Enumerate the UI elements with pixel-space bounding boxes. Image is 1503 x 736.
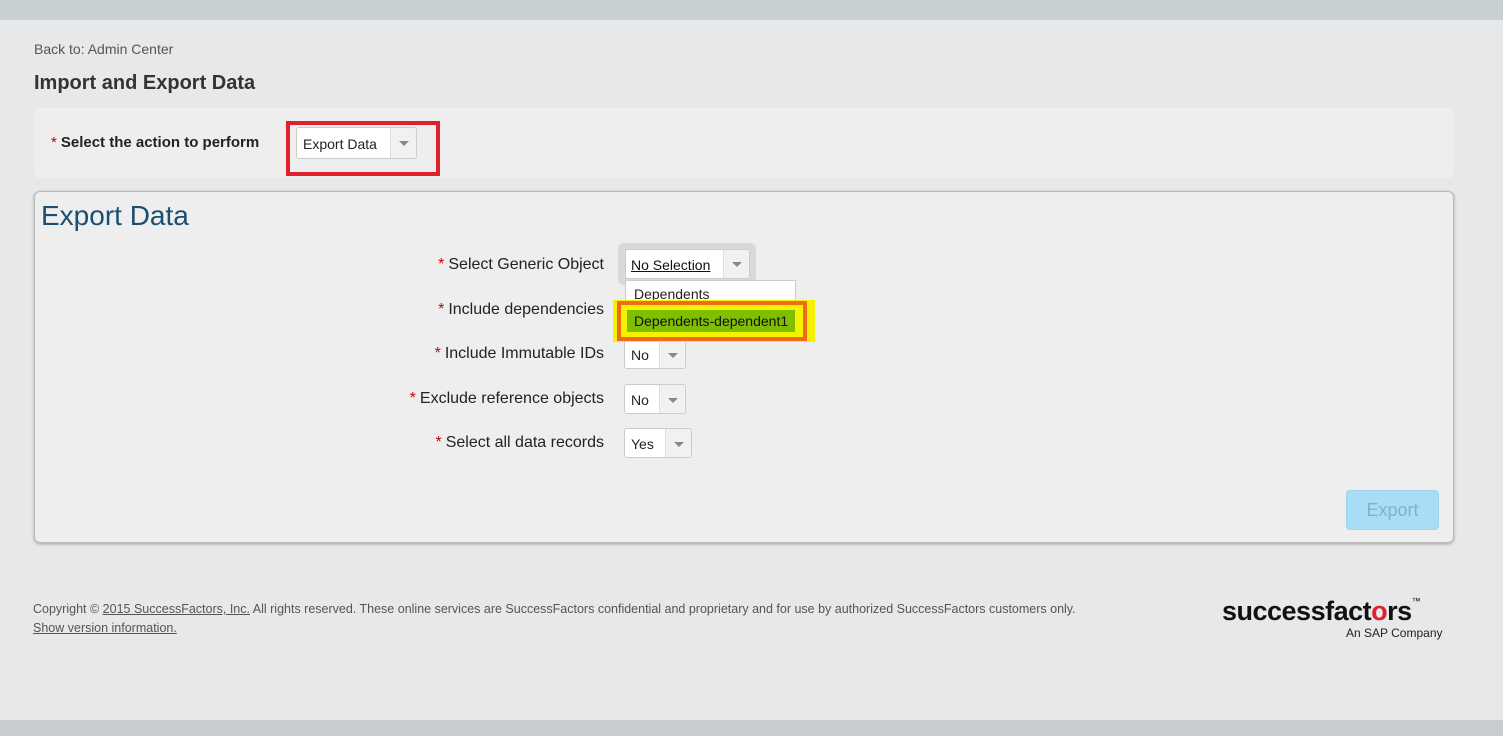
exclude-reference-objects-value: No bbox=[631, 392, 649, 408]
required-marker: * bbox=[438, 256, 445, 273]
required-marker: * bbox=[438, 301, 445, 318]
include-immutable-ids-label: * Include Immutable IDs bbox=[434, 345, 604, 362]
export-data-title: Export Data bbox=[41, 200, 189, 231]
action-panel: * Select the action to perform Export Dat… bbox=[34, 108, 1454, 178]
logo-tagline: An SAP Company bbox=[1346, 626, 1443, 640]
chevron-down-icon[interactable] bbox=[665, 429, 691, 457]
chevron-down-icon[interactable] bbox=[659, 385, 685, 413]
successfactors-link[interactable]: 2015 SuccessFactors, Inc. bbox=[103, 602, 250, 616]
select-all-data-records-value: Yes bbox=[631, 436, 654, 452]
generic-object-value: No Selection bbox=[631, 257, 711, 273]
copyright-text: Copyright © 2015 SuccessFactors, Inc. Al… bbox=[33, 602, 1076, 616]
action-label: * Select the action to perform bbox=[51, 134, 259, 151]
page-title: Import and Export Data bbox=[34, 72, 256, 94]
include-dependencies-label: * Include dependencies bbox=[438, 301, 604, 318]
exclude-reference-objects-select[interactable]: No bbox=[624, 384, 686, 414]
required-marker: * bbox=[409, 390, 416, 407]
export-data-panel: Export Data * Select Generic Object * Incl… bbox=[34, 191, 1454, 543]
export-button[interactable]: Export bbox=[1346, 490, 1439, 530]
action-select[interactable]: Export Data bbox=[296, 127, 417, 159]
select-all-data-records-label: * Select all data records bbox=[435, 434, 604, 451]
required-marker: * bbox=[435, 434, 442, 451]
show-version-link[interactable]: Show version information. bbox=[33, 621, 177, 635]
action-select-value: Export Data bbox=[303, 136, 377, 152]
exclude-reference-objects-label: * Exclude reference objects bbox=[409, 390, 604, 407]
successfactors-logo: successfactors™ An SAP Company bbox=[1222, 596, 1462, 642]
action-label-text: Select the action to perform bbox=[60, 134, 260, 151]
dropdown-option-dependents-dependent1[interactable]: Dependents-dependent1 bbox=[627, 310, 795, 332]
required-marker: * bbox=[434, 345, 441, 362]
back-to-admin-center-link[interactable]: Back to: Admin Center bbox=[34, 41, 173, 57]
generic-object-label: * Select Generic Object bbox=[438, 256, 604, 273]
logo-wordmark: successfactors™ bbox=[1222, 596, 1421, 626]
chevron-down-icon[interactable] bbox=[390, 128, 416, 158]
chevron-down-icon[interactable] bbox=[659, 340, 685, 368]
top-bar bbox=[0, 0, 1503, 20]
heart-icon: o bbox=[1371, 596, 1388, 626]
select-all-data-records-select[interactable]: Yes bbox=[624, 428, 692, 458]
include-immutable-ids-value: No bbox=[631, 347, 649, 363]
include-immutable-ids-select[interactable]: No bbox=[624, 339, 686, 369]
chevron-down-icon[interactable] bbox=[723, 250, 749, 278]
generic-object-select[interactable]: No Selection bbox=[625, 249, 750, 279]
required-marker: * bbox=[51, 134, 57, 151]
bottom-bar bbox=[0, 720, 1503, 736]
